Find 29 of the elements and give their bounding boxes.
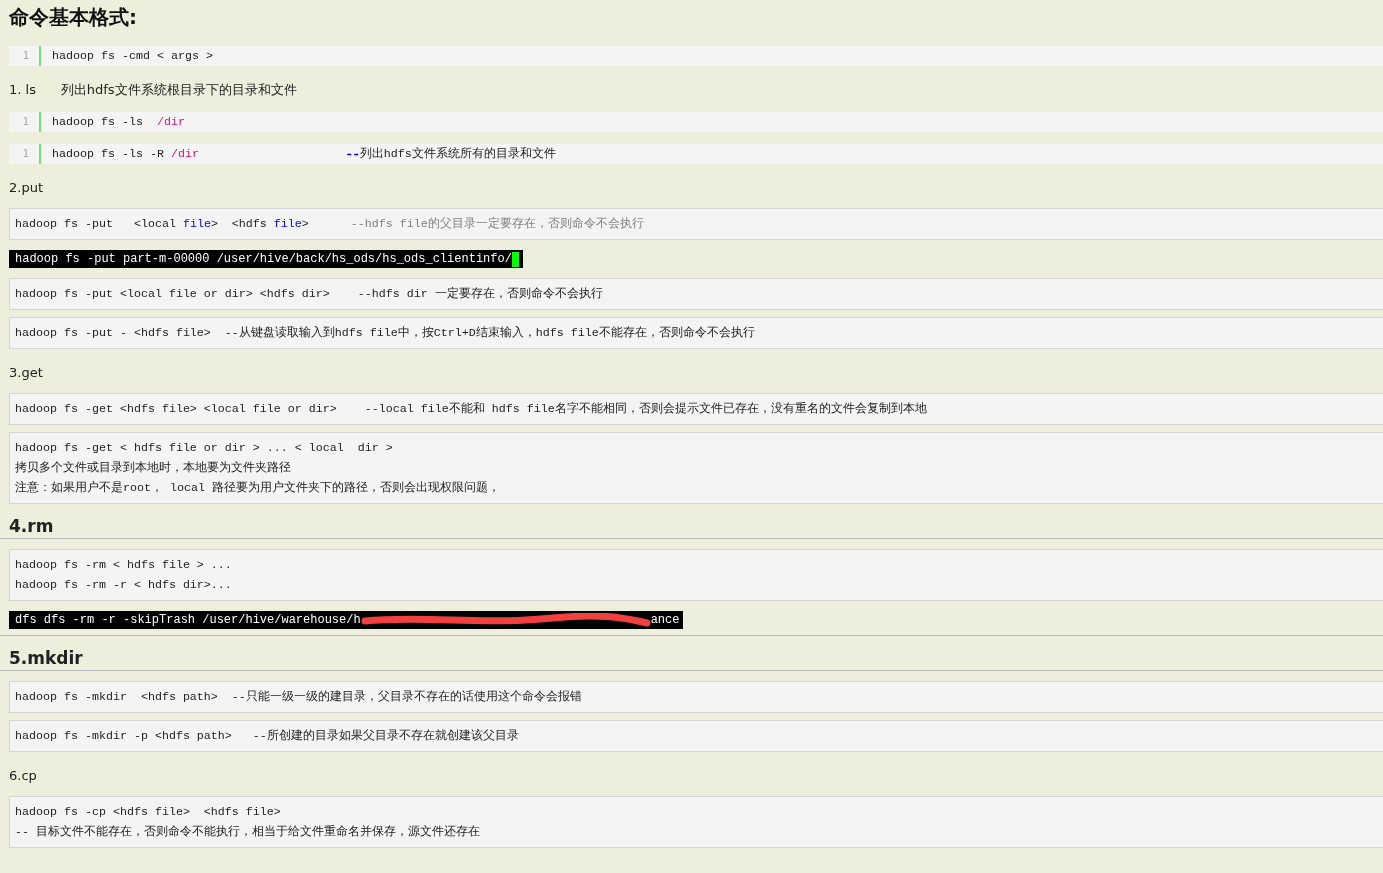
code-line: hadoop fs -put <local file or dir> <hdfs dir> --hdfs dir 一定要存在，否则命令不会执行: [15, 286, 603, 302]
code-line: hadoop fs -cmd < args >: [52, 48, 213, 64]
section-label: 3.get: [9, 364, 44, 382]
section-label: 6.cp: [9, 767, 38, 785]
page-title: 命令基本格式:: [9, 4, 138, 31]
section-heading: 4.rm: [0, 514, 1383, 539]
code-line: 注意：如果用户不是root， local 路径要为用户文件夹下的路径，否则会出现权限问题，: [15, 480, 500, 496]
code-line: -- 目标文件不能存在，否则命令不能执行，相当于给文件重命名并保存，源文件还存在: [15, 824, 480, 840]
code-line: hadoop fs -mkdir <hdfs path> --只能一级一级的建目录，父目录不存在的话使用这个命令会报错: [15, 689, 582, 705]
line-number: 1: [22, 147, 29, 161]
code-line: hadoop fs -rm < hdfs file > ...: [15, 557, 232, 573]
code-line: hadoop fs -put <local file> <hdfs file> --hdfs file的父目录一定要存在，否则命令不会执行: [15, 216, 644, 232]
code-line: hadoop fs -ls -R /dir --列出hdfs文件系统所有的目录和文件: [52, 146, 556, 162]
section-label: 1. ls 列出hdfs文件系统根目录下的目录和文件: [9, 81, 298, 99]
code-line: 拷贝多个文件或目录到本地时，本地要为文件夹路径: [15, 460, 291, 476]
section-heading: 5.mkdir: [0, 646, 1383, 671]
code-line: hadoop fs -get < hdfs file or dir > ... < local dir >: [15, 440, 393, 456]
section-label: 2.put: [9, 179, 44, 197]
code-line: hadoop fs -put - <hdfs file> --从键盘读取输入到hdfs file中，按Ctrl+D结束输入，hdfs file不能存在，否则命令不会执行: [15, 325, 755, 341]
code-line: ance: [650, 613, 680, 627]
code-line: dfs dfs -rm -r -skipTrash /user/hive/warehouse/h: [15, 613, 361, 627]
line-number: 1: [22, 115, 29, 129]
code-line: hadoop fs -ls /dir: [52, 114, 185, 130]
code-line: hadoop fs -rm -r < hdfs dir>...: [15, 577, 232, 593]
code-line: hadoop fs -get <hdfs file> <local file or dir> --local file不能和 hdfs file名字不能相同，否则会提示文件已存在，没有重名的文件会复制到本地: [15, 401, 927, 417]
code-line: hadoop fs -mkdir -p <hdfs path> --所创建的目录如果父目录不存在就创建该父目录: [15, 728, 519, 744]
line-number: 1: [22, 49, 29, 63]
code-line: hadoop fs -cp <hdfs file> <hdfs file>: [15, 804, 281, 820]
code-line: hadoop fs -put part-m-00000 /user/hive/back/hs_ods/hs_ods_clientinfo/: [15, 252, 512, 266]
